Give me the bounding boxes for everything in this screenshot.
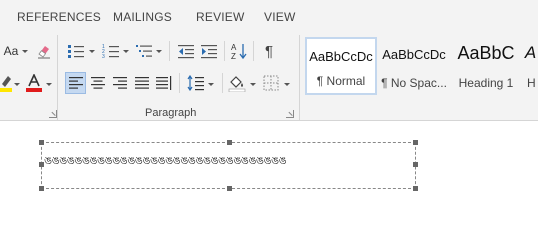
text-box-content[interactable]: ঙঙঙঙঙঙঙঙঙঙঙঙঙঙঙঙঙঙঙঙঙঙঙঙঙঙঙঙঙঙঙঙ bbox=[44, 152, 287, 171]
style-no-spacing[interactable]: AaBbCcDc ¶ No Spac... bbox=[378, 37, 450, 95]
text-highlight-button[interactable] bbox=[0, 73, 12, 93]
toolbar-separator bbox=[179, 73, 180, 93]
svg-text:3: 3 bbox=[102, 54, 105, 59]
bullets-button[interactable] bbox=[66, 41, 86, 61]
shading-button[interactable] bbox=[227, 73, 247, 93]
resize-handle-bottom[interactable] bbox=[227, 186, 232, 191]
sort-az-icon: A Z bbox=[231, 43, 247, 60]
resize-handle-top-right[interactable] bbox=[413, 140, 418, 145]
style-heading-2-label: H bbox=[527, 76, 536, 90]
clear-formatting-button[interactable] bbox=[35, 41, 53, 61]
document-page[interactable]: ঙঙঙঙঙঙঙঙঙঙঙঙঙঙঙঙঙঙঙঙঙঙঙঙঙঙঙঙঙঙঙঙ bbox=[0, 122, 538, 250]
style-no-spacing-label: ¶ No Spac... bbox=[381, 76, 447, 90]
group-separator bbox=[57, 35, 58, 121]
toolbar-separator bbox=[169, 41, 170, 61]
style-heading-1-label: Heading 1 bbox=[458, 76, 514, 90]
change-case-label: Aa bbox=[3, 44, 19, 58]
tab-mailings[interactable]: MAILINGS bbox=[113, 10, 172, 24]
paint-bucket-icon bbox=[228, 76, 246, 92]
increase-indent-icon bbox=[201, 45, 217, 59]
style-heading-2[interactable]: A H bbox=[523, 37, 538, 95]
resize-handle-bottom-right[interactable] bbox=[413, 186, 418, 191]
bullets-dropdown-icon[interactable] bbox=[89, 50, 95, 53]
style-normal-preview: AaBbCcDc bbox=[309, 49, 373, 64]
paragraph-dialog-launcher-icon[interactable] bbox=[286, 110, 294, 118]
tab-references[interactable]: REFERENCES bbox=[17, 10, 101, 24]
ribbon: Aa 1 2 3 A Z ¶ Paragraph AaBbCcDc ¶ Norm… bbox=[0, 31, 538, 121]
font-dialog-launcher-icon[interactable] bbox=[49, 110, 57, 118]
style-heading-1[interactable]: AaBbC Heading 1 bbox=[451, 37, 521, 95]
numbering-icon: 1 2 3 bbox=[102, 44, 119, 59]
text-box[interactable]: ঙঙঙঙঙঙঙঙঙঙঙঙঙঙঙঙঙঙঙঙঙঙঙঙঙঙঙঙঙঙঙঙ bbox=[39, 140, 418, 191]
style-heading-2-preview: A bbox=[524, 43, 537, 62]
highlight-dropdown-icon[interactable] bbox=[14, 83, 20, 86]
toolbar-separator bbox=[224, 41, 225, 61]
show-hide-marks-button[interactable]: ¶ bbox=[259, 41, 279, 61]
line-spacing-button[interactable] bbox=[186, 73, 206, 93]
align-right-icon bbox=[113, 77, 127, 89]
line-spacing-icon bbox=[187, 75, 204, 91]
resize-handle-left[interactable] bbox=[39, 162, 44, 167]
decrease-indent-icon bbox=[178, 45, 194, 59]
font-color-dropdown-icon[interactable] bbox=[46, 83, 52, 86]
tab-review[interactable]: REVIEW bbox=[196, 10, 245, 24]
ribbon-tab-bar: REFERENCES MAILINGS REVIEW VIEW bbox=[0, 0, 538, 31]
tab-view[interactable]: VIEW bbox=[264, 10, 295, 24]
svg-text:Z: Z bbox=[231, 52, 236, 60]
sort-button[interactable]: A Z bbox=[229, 41, 249, 61]
resize-handle-top[interactable] bbox=[227, 140, 232, 145]
shading-dropdown-icon[interactable] bbox=[250, 83, 256, 86]
align-right-button[interactable] bbox=[110, 73, 130, 93]
resize-handle-top-left[interactable] bbox=[39, 140, 44, 145]
resize-handle-right[interactable] bbox=[413, 162, 418, 167]
numbering-button[interactable]: 1 2 3 bbox=[101, 41, 121, 61]
style-heading-1-preview: AaBbC bbox=[457, 43, 515, 63]
multilevel-list-icon bbox=[136, 45, 152, 57]
style-normal[interactable]: AaBbCcDc ¶ Normal bbox=[305, 37, 377, 95]
highlighter-icon bbox=[0, 76, 12, 92]
change-case-button[interactable]: Aa bbox=[0, 41, 22, 61]
toolbar-separator bbox=[253, 41, 254, 61]
toolbar-separator bbox=[222, 73, 223, 93]
resize-handle-bottom-left[interactable] bbox=[39, 186, 44, 191]
decrease-indent-button[interactable] bbox=[176, 41, 196, 61]
distributed-icon bbox=[156, 76, 172, 90]
align-center-button[interactable] bbox=[88, 73, 108, 93]
justify-button[interactable] bbox=[132, 73, 152, 93]
font-color-button[interactable] bbox=[26, 73, 42, 93]
eraser-icon bbox=[38, 46, 50, 59]
style-normal-label: ¶ Normal bbox=[316, 74, 366, 88]
distributed-button[interactable] bbox=[154, 73, 174, 93]
numbering-dropdown-icon[interactable] bbox=[123, 50, 129, 53]
borders-icon bbox=[263, 75, 279, 91]
bullets-icon bbox=[68, 45, 84, 58]
align-left-icon bbox=[68, 77, 83, 89]
borders-button[interactable] bbox=[261, 73, 281, 93]
svg-text:A: A bbox=[231, 43, 237, 52]
justify-icon bbox=[135, 77, 149, 89]
font-color-icon bbox=[26, 74, 42, 92]
style-no-spacing-preview: AaBbCcDc bbox=[382, 47, 446, 62]
change-case-dropdown-icon[interactable] bbox=[22, 50, 28, 53]
pilcrow-icon: ¶ bbox=[264, 42, 274, 60]
increase-indent-button[interactable] bbox=[199, 41, 219, 61]
multilevel-list-dropdown-icon[interactable] bbox=[156, 50, 162, 53]
align-left-button[interactable] bbox=[65, 72, 86, 94]
line-spacing-dropdown-icon[interactable] bbox=[208, 83, 214, 86]
borders-dropdown-icon[interactable] bbox=[284, 83, 290, 86]
align-center-icon bbox=[91, 77, 105, 89]
multilevel-list-button[interactable] bbox=[134, 41, 154, 61]
group-separator bbox=[299, 35, 300, 121]
paragraph-group-label: Paragraph bbox=[145, 107, 197, 119]
